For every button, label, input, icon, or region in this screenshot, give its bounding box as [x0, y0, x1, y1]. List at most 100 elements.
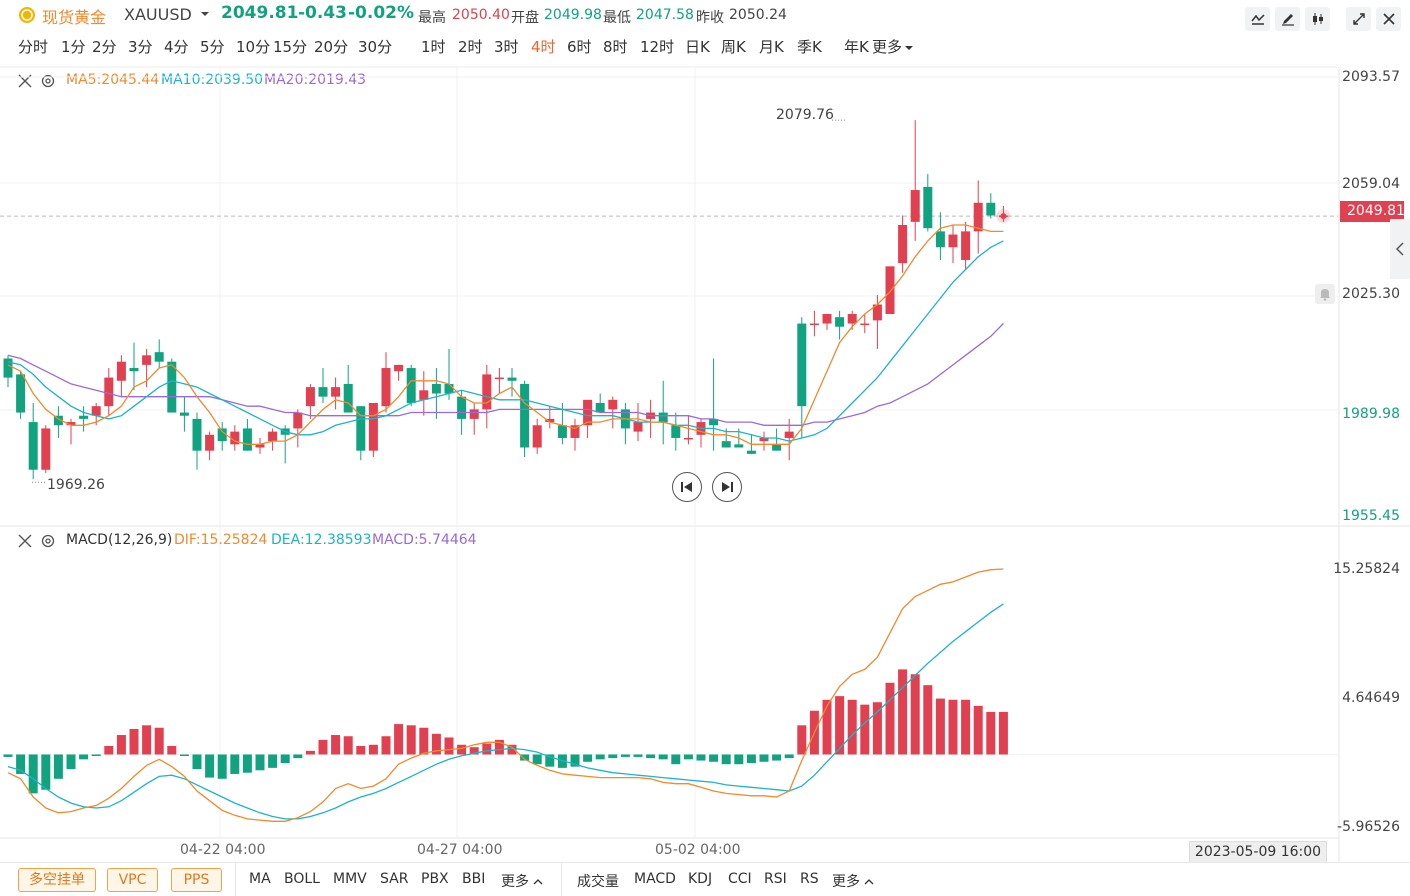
indicator-mmv[interactable]: MMV — [333, 871, 367, 887]
pps-chip[interactable]: PPS — [171, 868, 222, 892]
macd-bar — [822, 699, 832, 755]
divider — [235, 863, 236, 896]
macd-bar — [129, 728, 139, 755]
candle-body — [494, 377, 504, 380]
x-axis-label: 04-22 04:00 — [180, 842, 266, 858]
macd-bar — [910, 674, 920, 755]
macd-bar — [709, 754, 719, 762]
x-axis-label: 04-27 04:00 — [417, 842, 503, 858]
macd-bar — [696, 754, 706, 761]
macd-bar — [847, 699, 857, 755]
indicator-sar[interactable]: SAR — [380, 871, 408, 887]
macd-bar — [167, 745, 177, 755]
candle-body — [507, 377, 517, 381]
chevron-left-icon[interactable] — [1390, 219, 1410, 279]
macd-bar — [721, 754, 731, 765]
price-axis-label: 2059.04 — [1342, 176, 1400, 192]
candle-body — [142, 355, 152, 365]
ma5-line — [7, 224, 1004, 445]
candle-body — [608, 399, 618, 410]
macd-bar — [885, 682, 895, 755]
macd-bar — [53, 754, 63, 779]
candle-body — [910, 190, 920, 222]
candle-body — [784, 431, 794, 438]
indicator-more-main[interactable]: 更多 — [501, 871, 543, 891]
dif-legend: DIF:15.25824 — [174, 532, 268, 548]
candle-body — [179, 412, 189, 416]
long-short-orders-chip[interactable]: 多空挂单 — [18, 868, 96, 892]
more-label: 更多 — [832, 874, 860, 890]
settings-gear-icon[interactable] — [41, 533, 55, 552]
macd-axis-label: 4.64649 — [1342, 690, 1400, 706]
candle-body — [532, 425, 542, 448]
cursor-time-label: 2023-05-09 16:00 — [1189, 841, 1327, 863]
low-marker-label: 1969.26 — [47, 477, 105, 493]
macd-bar — [772, 754, 782, 761]
close-sub-indicator-icon[interactable] — [18, 533, 32, 552]
candle-body — [79, 415, 89, 419]
candle-body — [192, 418, 202, 451]
next-step-button[interactable] — [712, 472, 742, 502]
kline-chart[interactable] — [0, 0, 1410, 896]
candle-body — [331, 387, 341, 397]
candle-body — [986, 202, 996, 216]
macd-bar — [142, 725, 152, 755]
indicator-ma[interactable]: MA — [249, 871, 271, 887]
macd-bar — [381, 736, 391, 755]
candle-body — [116, 361, 126, 381]
candle-body — [885, 266, 895, 315]
indicator-rs[interactable]: RS — [800, 871, 819, 887]
macd-bar — [116, 735, 126, 755]
vpc-chip[interactable]: VPC — [107, 868, 158, 892]
bottom-toolbar: 多空挂单 VPC PPS MA BOLL MMV SAR PBX BBI 更多 … — [0, 862, 1410, 896]
macd-bar — [66, 754, 76, 770]
macd-bar — [293, 754, 303, 759]
prev-step-button[interactable] — [672, 472, 702, 502]
macd-bar — [973, 705, 983, 755]
candle-body — [671, 425, 681, 438]
indicator-pbx[interactable]: PBX — [421, 871, 449, 887]
bell-alert-icon[interactable] — [1315, 284, 1335, 304]
indicator-more-sub[interactable]: 更多 — [832, 871, 874, 891]
macd-bar — [205, 754, 215, 778]
macd-bar — [217, 754, 227, 779]
candle-body — [394, 364, 404, 372]
macd-bar — [633, 754, 643, 757]
macd-bar — [104, 745, 114, 755]
candle-body — [217, 428, 227, 442]
candle-body — [935, 231, 945, 248]
indicator-rsi[interactable]: RSI — [764, 871, 787, 887]
candle-body — [318, 387, 328, 397]
candle-body — [293, 412, 303, 429]
macd-bar — [898, 669, 908, 755]
indicator-macd[interactable]: MACD — [634, 871, 676, 887]
price-axis-label: 2025.30 — [1342, 286, 1400, 302]
candle-body — [721, 441, 731, 448]
macd-bar — [759, 754, 769, 762]
indicator-kdj[interactable]: KDJ — [688, 871, 712, 887]
macd-bar — [734, 754, 744, 765]
candle-body — [268, 431, 278, 442]
indicator-cci[interactable]: CCI — [728, 871, 752, 887]
candle-body — [898, 225, 908, 264]
divider — [561, 863, 562, 896]
candle-body — [835, 317, 845, 327]
price-axis-label: 1989.98 — [1342, 406, 1400, 422]
candle-body — [368, 403, 378, 451]
macd-bar — [860, 704, 870, 755]
indicator-bbi[interactable]: BBI — [462, 871, 485, 887]
candle-body — [431, 383, 441, 394]
indicator-volume[interactable]: 成交量 — [577, 871, 619, 891]
price-axis-label: 2093.57 — [1342, 69, 1400, 85]
macd-bar — [608, 754, 618, 759]
indicator-boll[interactable]: BOLL — [284, 871, 320, 887]
candle-body — [948, 234, 958, 248]
candle-body — [557, 425, 567, 438]
macd-bar — [356, 745, 366, 755]
macd-bar — [961, 699, 971, 755]
candle-body — [469, 409, 479, 419]
macd-bar — [948, 699, 958, 755]
candle-body — [205, 434, 215, 451]
candle-body — [482, 374, 492, 410]
macd-bar — [482, 743, 492, 755]
